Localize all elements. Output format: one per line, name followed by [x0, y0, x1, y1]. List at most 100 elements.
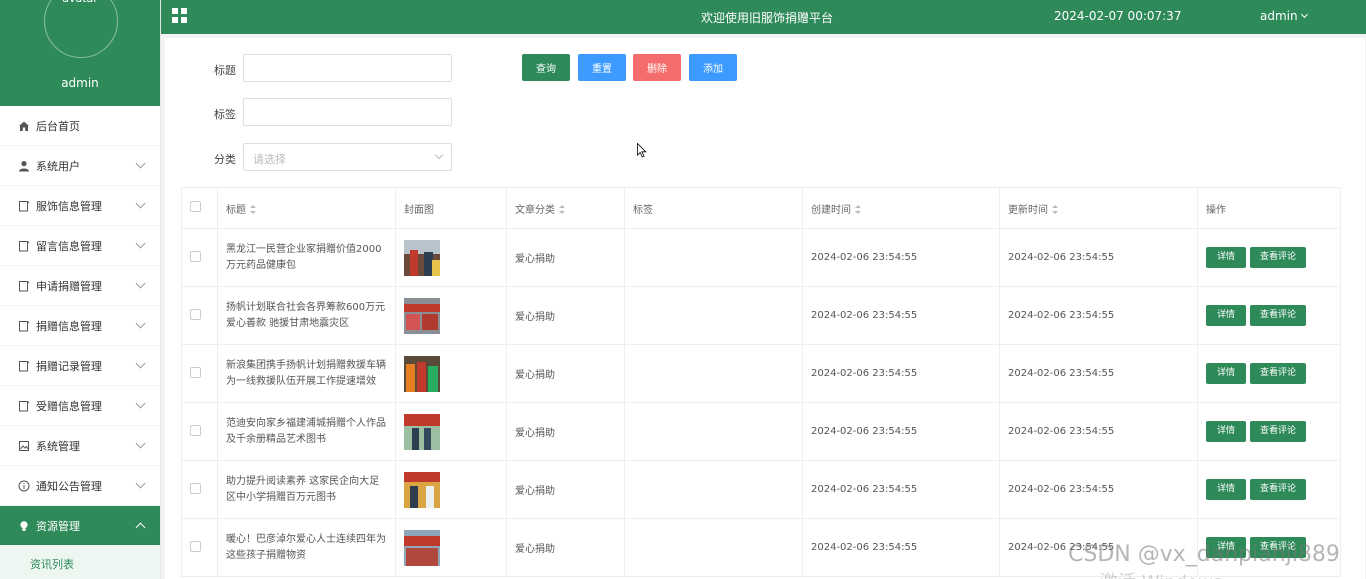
view-comments-button[interactable]: 查看评论 [1250, 479, 1306, 500]
row-cover[interactable] [395, 228, 507, 287]
document-icon [18, 280, 30, 292]
table-row: 范迪安向家乡福建浦城捐赠个人作品及千余册精品艺术图书 爱心捐助 2024-02-… [181, 402, 1341, 461]
row-created: 2024-02-06 23:54:55 [802, 402, 1000, 461]
view-comments-button[interactable]: 查看评论 [1250, 247, 1306, 268]
row-checkbox[interactable] [190, 250, 201, 262]
header-select-all[interactable] [181, 187, 218, 229]
header-updated[interactable]: 更新时间 [999, 187, 1198, 229]
title-filter-input[interactable] [243, 54, 452, 82]
cover-image[interactable] [404, 239, 440, 276]
tag-filter-input[interactable] [243, 98, 452, 126]
row-actions: 详情 查看评论 [1197, 402, 1341, 461]
sidebar-item-recipient-info[interactable]: 受赠信息管理 [0, 386, 160, 426]
row-created: 2024-02-06 23:54:55 [802, 228, 1000, 287]
bulb-icon [18, 520, 30, 532]
user-menu[interactable]: admin [1260, 9, 1308, 23]
sidebar-item-resources[interactable]: 资源管理 [0, 506, 160, 546]
header-title-label: 标题 [226, 204, 246, 216]
row-checkbox[interactable] [190, 424, 201, 436]
search-button[interactable]: 查询 [522, 54, 570, 81]
sidebar-item-donation-info[interactable]: 捐赠信息管理 [0, 306, 160, 346]
document-icon [18, 400, 30, 412]
detail-button[interactable]: 详情 [1206, 247, 1246, 268]
detail-button[interactable]: 详情 [1206, 363, 1246, 384]
row-cover[interactable] [395, 286, 507, 345]
row-tag [624, 286, 803, 345]
main-content: 标题 标签 分类 请选择 查询 重置 删除 添加 标题 封面图 文章分类 标签 … [165, 38, 1365, 579]
chevron-down-icon [135, 398, 146, 409]
sidebar-subitem-news-list[interactable]: 资讯列表 [0, 546, 160, 579]
sidebar-item-home[interactable]: 后台首页 [0, 106, 160, 146]
header-created[interactable]: 创建时间 [802, 187, 1000, 229]
sidebar-item-message-info[interactable]: 留言信息管理 [0, 226, 160, 266]
sidebar-item-label: 申请捐赠管理 [36, 279, 102, 293]
add-button[interactable]: 添加 [689, 54, 737, 81]
document-icon [18, 240, 30, 252]
detail-button[interactable]: 详情 [1206, 305, 1246, 326]
sort-icon[interactable] [1052, 205, 1058, 214]
row-tag [624, 344, 803, 403]
row-category: 爱心捐助 [506, 286, 625, 345]
cover-image[interactable] [404, 529, 440, 566]
header-actions-label: 操作 [1206, 204, 1226, 216]
reset-button[interactable]: 重置 [578, 54, 626, 81]
row-created: 2024-02-06 23:54:55 [802, 286, 1000, 345]
sidebar-item-clothing-info[interactable]: 服饰信息管理 [0, 186, 160, 226]
row-cover[interactable] [395, 518, 507, 577]
cover-image[interactable] [404, 297, 440, 334]
detail-button[interactable]: 详情 [1206, 421, 1246, 442]
cover-image[interactable] [404, 355, 440, 392]
sidebar-item-label: 捐赠记录管理 [36, 359, 102, 373]
grid-menu-icon[interactable] [172, 8, 187, 23]
select-all-checkbox[interactable] [190, 201, 201, 212]
view-comments-button[interactable]: 查看评论 [1250, 305, 1306, 326]
sort-icon[interactable] [250, 205, 256, 214]
delete-button[interactable]: 删除 [633, 54, 681, 81]
row-checkbox[interactable] [190, 308, 201, 320]
row-checkbox[interactable] [190, 366, 201, 378]
sidebar-item-system-users[interactable]: 系统用户 [0, 146, 160, 186]
news-table: 标题 封面图 文章分类 标签 创建时间 更新时间 操作 黑龙江一民营企业家捐赠价… [181, 187, 1341, 577]
home-icon [18, 120, 30, 132]
sidebar-item-label: 系统管理 [36, 439, 80, 453]
document-icon [18, 360, 30, 372]
row-cover[interactable] [395, 460, 507, 519]
row-checkbox[interactable] [190, 482, 201, 494]
row-title: 暖心！巴彦淖尔爱心人士连续四年为这些孩子捐赠物资 [217, 518, 396, 577]
sidebar-item-label: 受赠信息管理 [36, 399, 102, 413]
sort-icon[interactable] [559, 205, 565, 214]
tag-filter-label: 标签 [214, 108, 236, 121]
cover-image[interactable] [404, 471, 440, 508]
sidebar-item-label: 资源管理 [36, 519, 80, 533]
sidebar-item-notices[interactable]: 通知公告管理 [0, 466, 160, 506]
chevron-down-icon [135, 438, 146, 449]
chevron-down-icon [1300, 10, 1308, 19]
row-tag [624, 228, 803, 287]
row-created: 2024-02-06 23:54:55 [802, 460, 1000, 519]
row-checkbox[interactable] [190, 540, 201, 552]
windows-activation-watermark: 激活 Windows [1100, 568, 1222, 579]
header-category[interactable]: 文章分类 [506, 187, 625, 229]
sidebar-item-label: 通知公告管理 [36, 479, 102, 493]
chevron-down-icon [135, 278, 146, 289]
sort-icon[interactable] [855, 205, 861, 214]
avatar[interactable] [44, 0, 118, 58]
row-tag [624, 402, 803, 461]
cover-image[interactable] [404, 413, 440, 450]
header-title[interactable]: 标题 [217, 187, 396, 229]
view-comments-button[interactable]: 查看评论 [1250, 421, 1306, 442]
detail-button[interactable]: 详情 [1206, 479, 1246, 500]
sidebar-item-donation-records[interactable]: 捐赠记录管理 [0, 346, 160, 386]
row-title: 黑龙江一民营企业家捐赠价值2000万元药品健康包 [217, 228, 396, 287]
view-comments-button[interactable]: 查看评论 [1250, 363, 1306, 384]
row-tag [624, 518, 803, 577]
row-updated: 2024-02-06 23:54:55 [999, 228, 1198, 287]
row-cover[interactable] [395, 402, 507, 461]
row-cover[interactable] [395, 344, 507, 403]
info-icon [18, 480, 30, 492]
chevron-down-icon [434, 150, 444, 160]
category-select[interactable]: 请选择 [243, 143, 452, 171]
sidebar-item-donation-apply[interactable]: 申请捐赠管理 [0, 266, 160, 306]
sidebar-item-system-management[interactable]: 系统管理 [0, 426, 160, 466]
header-actions: 操作 [1197, 187, 1341, 229]
